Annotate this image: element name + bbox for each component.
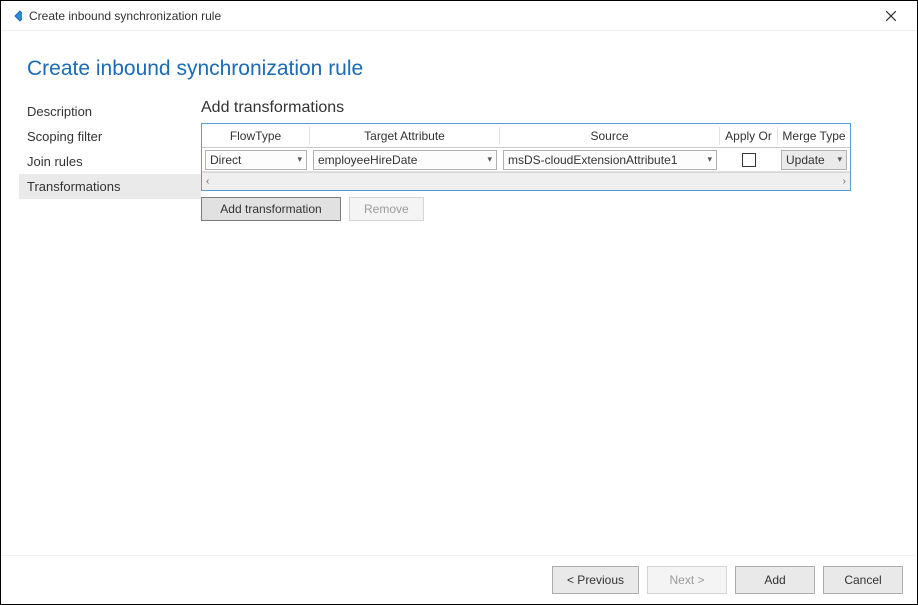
add-button[interactable]: Add: [735, 566, 815, 594]
col-apply-once: Apply Or: [720, 127, 778, 145]
cancel-button[interactable]: Cancel: [823, 566, 903, 594]
col-flowtype: FlowType: [202, 127, 310, 145]
target-attribute-value: employeeHireDate: [318, 153, 483, 167]
window-title: Create inbound synchronization rule: [29, 9, 871, 23]
table-row[interactable]: Direct ▾ employeeHireDate ▾: [202, 148, 850, 172]
next-button: Next >: [647, 566, 727, 594]
sidebar-item-scoping-filter[interactable]: Scoping filter: [19, 124, 201, 149]
previous-button[interactable]: < Previous: [552, 566, 639, 594]
remove-button: Remove: [349, 197, 424, 221]
flowtype-value: Direct: [210, 153, 293, 167]
merge-type-value: Update: [786, 153, 833, 167]
step-sidebar: Description Scoping filter Join rules Tr…: [1, 99, 201, 555]
grid-horizontal-scrollbar[interactable]: ‹ ›: [202, 172, 850, 190]
chevron-down-icon: ▾: [837, 154, 842, 165]
dialog-window: Create inbound synchronization rule Crea…: [0, 0, 918, 605]
app-icon: [7, 8, 23, 24]
source-value: msDS-cloudExtensionAttribute1: [508, 153, 703, 167]
col-target-attribute: Target Attribute: [310, 127, 500, 145]
add-transformation-button[interactable]: Add transformation: [201, 197, 341, 221]
merge-type-dropdown[interactable]: Update ▾: [781, 150, 847, 170]
grid-header: FlowType Target Attribute Source Apply O…: [202, 124, 850, 148]
grid-actions: Add transformation Remove: [201, 197, 891, 221]
close-button[interactable]: [871, 1, 911, 31]
chevron-down-icon: ▾: [707, 154, 712, 165]
titlebar: Create inbound synchronization rule: [1, 1, 917, 31]
chevron-down-icon: ▾: [297, 154, 302, 165]
chevron-down-icon: ▾: [487, 154, 492, 165]
sidebar-item-description[interactable]: Description: [19, 99, 201, 124]
dialog-body: Create inbound synchronization rule Desc…: [1, 31, 917, 555]
page-title: Create inbound synchronization rule: [1, 31, 917, 99]
main-panel: Add transformations FlowType Target Attr…: [201, 99, 891, 555]
sidebar-item-transformations[interactable]: Transformations: [19, 174, 201, 199]
section-title: Add transformations: [201, 99, 891, 117]
apply-once-checkbox[interactable]: [742, 153, 756, 167]
target-attribute-dropdown[interactable]: employeeHireDate ▾: [313, 150, 497, 170]
content-area: Description Scoping filter Join rules Tr…: [1, 99, 917, 555]
scroll-left-icon[interactable]: ‹: [206, 176, 209, 187]
close-icon: [886, 11, 896, 21]
col-source: Source: [500, 127, 720, 145]
flowtype-dropdown[interactable]: Direct ▾: [205, 150, 307, 170]
sidebar-item-join-rules[interactable]: Join rules: [19, 149, 201, 174]
source-dropdown[interactable]: msDS-cloudExtensionAttribute1 ▾: [503, 150, 717, 170]
col-merge-type: Merge Type: [778, 127, 850, 145]
scroll-right-icon[interactable]: ›: [843, 176, 846, 187]
transformations-grid: FlowType Target Attribute Source Apply O…: [201, 123, 851, 191]
wizard-footer: < Previous Next > Add Cancel: [1, 555, 917, 604]
